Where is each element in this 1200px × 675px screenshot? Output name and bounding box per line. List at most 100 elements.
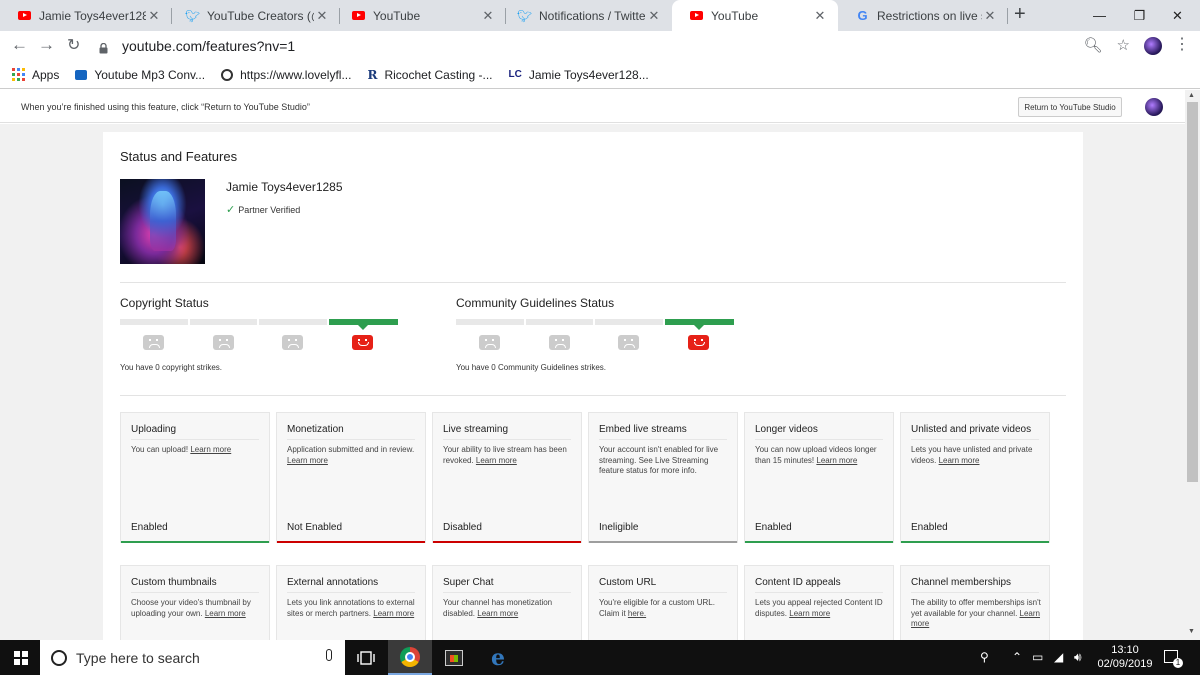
community-status-title: Community Guidelines Status — [456, 296, 615, 310]
learn-more-link[interactable]: Learn more — [205, 609, 246, 618]
tab-youtube-creators[interactable]: 🐦︎ YouTube Creators (@YT ✕ — [168, 0, 340, 31]
feature-status: Disabled — [443, 522, 482, 533]
learn-more-link[interactable]: Learn more — [477, 609, 518, 618]
bookmark-label: Apps — [32, 67, 60, 82]
taskbar-search[interactable]: Type here to search — [40, 640, 345, 675]
forward-arrow-icon[interactable]: → — [38, 35, 55, 55]
verified-label: Partner Verified — [238, 204, 301, 215]
close-icon[interactable]: ✕ — [146, 8, 162, 24]
close-icon[interactable]: ✕ — [646, 8, 662, 24]
tab-label: Restrictions on live stre — [877, 8, 982, 23]
battery-icon[interactable]: ▭ — [1032, 650, 1043, 664]
strike-segment — [190, 319, 257, 325]
new-tab-button[interactable]: + — [1014, 3, 1026, 26]
tab-restrictions-live[interactable]: G Restrictions on live stre ✕ — [838, 0, 1008, 31]
feature-description: Lets you have unlisted and private video… — [911, 445, 1033, 465]
lock-icon — [99, 41, 108, 53]
scrollbar-thumb[interactable] — [1187, 102, 1198, 482]
feature-name: Embed live streams — [599, 424, 687, 435]
bookmark-youtube-mp3[interactable]: Youtube Mp3 Conv... — [75, 68, 205, 82]
feature-description: Your account isn't enabled for live stre… — [599, 445, 719, 475]
bookmark-ricochet[interactable]: R Ricochet Casting -... — [367, 68, 492, 82]
learn-more-link[interactable]: Learn more — [816, 456, 857, 465]
microphone-icon[interactable] — [326, 649, 332, 661]
address-bar[interactable]: youtube.com/features?nv=1 🔍︎ ☆ — [96, 33, 1136, 59]
status-bar-enabled — [901, 541, 1049, 543]
zoom-search-icon[interactable]: 🔍︎ — [1084, 36, 1103, 54]
close-icon[interactable]: ✕ — [314, 8, 330, 24]
feature-name: Custom thumbnails — [131, 577, 217, 588]
scroll-down-icon[interactable]: ▼ — [1188, 628, 1195, 635]
feature-description: Your ability to live stream has been rev… — [443, 445, 567, 465]
reload-icon[interactable]: ↻ — [67, 35, 80, 55]
tab-youtube[interactable]: YouTube ✕ — [334, 0, 506, 31]
claim-url-link[interactable]: here. — [628, 609, 646, 618]
globe-icon — [221, 68, 234, 81]
url-text: youtube.com/features?nv=1 — [122, 38, 296, 54]
return-studio-bar: When you’re finished using this feature,… — [0, 90, 1185, 123]
back-arrow-icon[interactable]: ← — [11, 35, 28, 55]
feature-monetization: Monetization Application submitted and i… — [276, 412, 426, 543]
learn-more-link[interactable]: Learn more — [190, 445, 231, 454]
learn-more-link[interactable]: Learn more — [373, 609, 414, 618]
twitter-icon: 🐦︎ — [516, 8, 533, 23]
learn-more-link[interactable]: Learn more — [287, 456, 328, 465]
feature-status: Not Enabled — [287, 522, 343, 533]
edge-taskbar-icon[interactable]: e — [476, 640, 520, 675]
sad-face-icon — [479, 335, 500, 350]
taskbar-clock[interactable]: 13:10 02/09/2019 — [1096, 643, 1154, 671]
clock-time: 13:10 — [1111, 644, 1139, 656]
chrome-taskbar-icon[interactable] — [388, 640, 432, 675]
page-title: Status and Features — [120, 149, 238, 164]
tab-youtube-active[interactable]: YouTube ✕ — [672, 0, 838, 31]
feature-name: Live streaming — [443, 424, 509, 435]
bookmark-jamie-toys[interactable]: LC Jamie Toys4ever128... — [509, 68, 649, 82]
bookmark-star-icon[interactable]: ☆ — [1117, 36, 1130, 54]
strike-segment — [259, 319, 327, 325]
minimize-button[interactable]: — — [1077, 0, 1122, 31]
scroll-up-icon[interactable]: ▲ — [1188, 92, 1195, 99]
bookmarks-bar: Apps Youtube Mp3 Conv... https://www.lov… — [0, 61, 1200, 89]
feature-content-id-appeals: Content ID appeals Lets you appeal rejec… — [744, 565, 894, 640]
notification-badge: 1 — [1173, 658, 1183, 668]
close-icon[interactable]: ✕ — [982, 8, 998, 24]
feature-super-chat: Super Chat Your channel has monetization… — [432, 565, 582, 640]
close-icon[interactable]: ✕ — [812, 8, 828, 24]
checkmark-icon: ✓ — [226, 204, 236, 216]
task-view-icon[interactable] — [344, 640, 388, 675]
feature-name: Uploading — [131, 424, 177, 435]
account-avatar[interactable] — [1145, 98, 1163, 116]
feature-description: Lets you link annotations to external si… — [287, 598, 415, 618]
bookmark-lovelyfl[interactable]: https://www.lovelyfl... — [221, 68, 351, 82]
status-bar-enabled — [121, 541, 269, 543]
feature-uploading: Uploading You can upload! Learn more Ena… — [120, 412, 270, 543]
close-icon[interactable]: ✕ — [480, 8, 496, 24]
tab-jamie-toys[interactable]: Jamie Toys4ever1285 - ✕ — [0, 0, 172, 31]
strike-segment — [595, 319, 663, 325]
feature-status: Enabled — [755, 522, 792, 533]
feature-name: Monetization — [287, 424, 344, 435]
chevron-up-icon[interactable]: ⌃ — [1012, 650, 1022, 664]
store-taskbar-icon[interactable] — [432, 640, 476, 675]
people-icon[interactable]: ⚲ — [980, 650, 989, 664]
window-close-button[interactable]: ✕ — [1155, 0, 1200, 31]
tab-notifications-twitter[interactable]: 🐦︎ Notifications / Twitter ✕ — [500, 0, 672, 31]
learn-more-link[interactable]: Learn more — [476, 456, 517, 465]
sad-face-icon — [549, 335, 570, 350]
feature-name: Custom URL — [599, 577, 657, 588]
bookmark-label: https://www.lovelyfl... — [240, 67, 352, 82]
profile-avatar[interactable] — [1144, 37, 1162, 55]
volume-icon[interactable]: 🔊︎ — [1074, 650, 1082, 665]
copyright-status: Copyright Status You have 0 copyright st… — [120, 296, 410, 372]
learn-more-link[interactable]: Learn more — [789, 609, 830, 618]
feature-longer-videos: Longer videos You can now upload videos … — [744, 412, 894, 543]
wifi-icon[interactable]: ◢ — [1054, 650, 1063, 664]
bookmark-apps[interactable]: Apps — [12, 68, 59, 82]
page-scrollbar[interactable]: ▲ ▼ — [1185, 90, 1200, 640]
windows-start-icon[interactable] — [14, 651, 28, 665]
learn-more-link[interactable]: Learn more — [939, 456, 980, 465]
youtube-icon — [18, 9, 31, 22]
menu-kebab-icon[interactable]: ⋮ — [1174, 34, 1190, 54]
feature-name: Content ID appeals — [755, 577, 841, 588]
return-to-studio-button[interactable]: Return to YouTube Studio — [1018, 97, 1122, 117]
